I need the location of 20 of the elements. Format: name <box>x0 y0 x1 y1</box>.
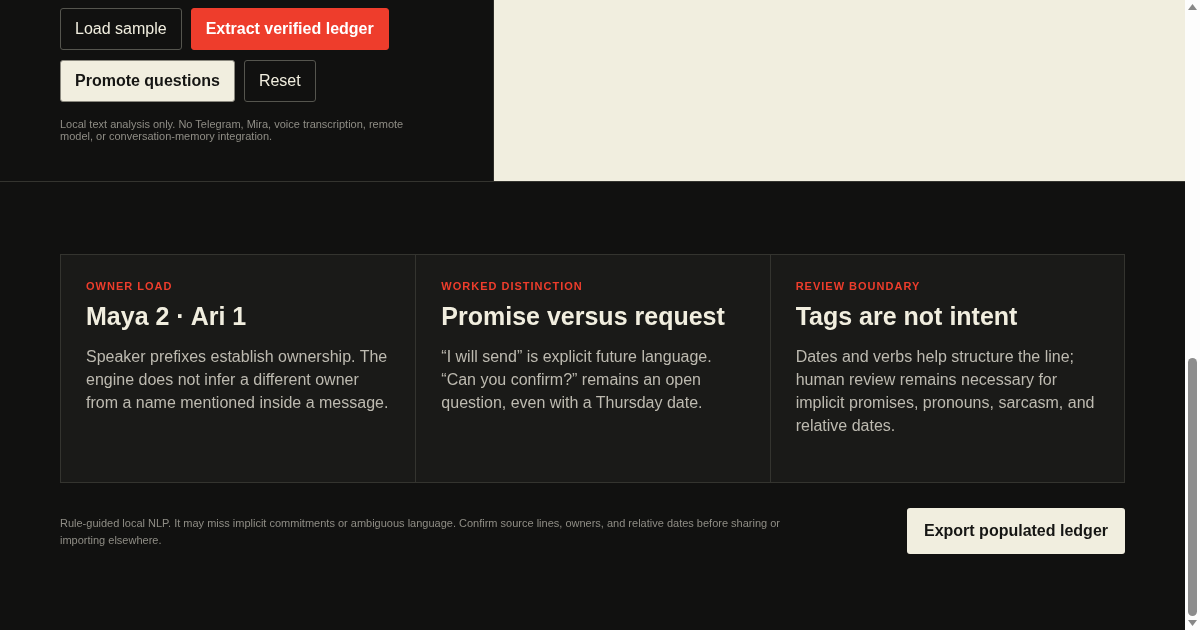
action-button[interactable]: Load sample <box>60 8 182 50</box>
export-button[interactable]: Export populated ledger <box>907 508 1125 554</box>
scrollbar[interactable] <box>1185 0 1200 630</box>
action-button[interactable]: Promote questions <box>60 60 235 102</box>
card-eyebrow: OWNER LOAD <box>86 280 174 292</box>
scrollbar-thumb[interactable] <box>1188 358 1197 616</box>
disclaimer: Rule-guided local NLP. It may miss implicit commitments or ambiguous language. Confirm source lines, owners, and relative dates before sharing or importing elsewhere. <box>60 516 782 548</box>
scroll-up-icon[interactable] <box>1188 4 1197 10</box>
card-title: Tags are not intent <box>795 302 1019 331</box>
scroll-down-icon[interactable] <box>1188 620 1197 626</box>
action-button[interactable]: Reset <box>243 60 316 102</box>
card-title: Maya 2 · Ari 1 <box>86 302 248 331</box>
card-title: Promise versus request <box>441 302 726 331</box>
action-button[interactable]: Extract verified ledger <box>190 8 389 50</box>
card-eyebrow: REVIEW BOUNDARY <box>795 280 922 292</box>
card-body: Dates and verbs help structure the line; human review remains necessary for implicit promises, pronouns, sarcasm, and relative dates. <box>795 347 1096 436</box>
card-body: “I will send” is explicit future language. “Can you confirm?” remains an open question, even with a Thursday date. <box>441 347 713 413</box>
card-body: Speaker prefixes establish ownership. The engine does not infer a different owner from a name mentioned inside a message. <box>86 347 390 413</box>
card-eyebrow: WORKED DISTINCTION <box>441 280 584 292</box>
scope-note: Local text analysis only. No Telegram, Mira, voice transcription, remote model, or conversation-memory integration. <box>60 118 405 142</box>
